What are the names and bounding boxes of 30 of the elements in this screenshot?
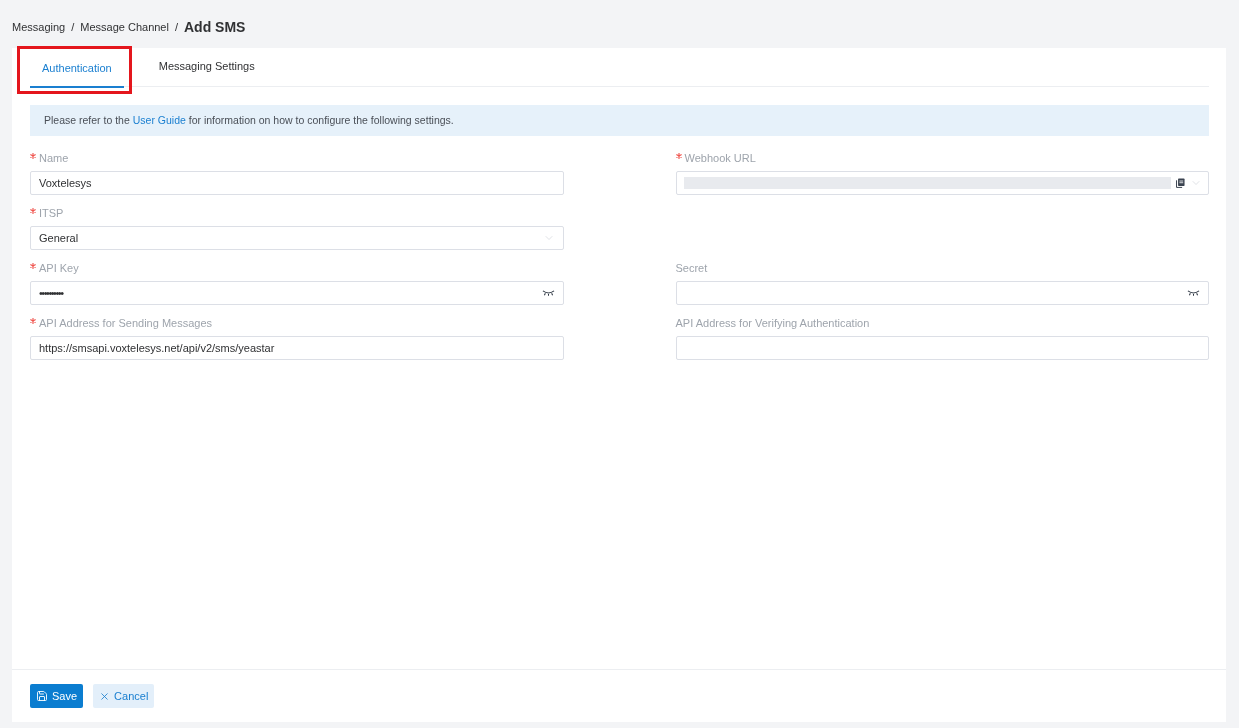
eye-closed-icon[interactable] [541, 290, 555, 296]
user-guide-link[interactable]: User Guide [132, 113, 186, 126]
breadcrumb-separator: / [174, 19, 178, 35]
breadcrumb-separator: / [71, 19, 75, 35]
text-input-field[interactable]: https://smsapi.voxtelesys.net/api/v2/sms/yeastar [30, 336, 564, 360]
field-label: ITSP [39, 206, 64, 220]
eye-closed-icon[interactable] [1187, 290, 1200, 296]
password-input-field[interactable]: •••••••••• [30, 281, 564, 305]
tab[interactable]: Messaging Settings [146, 48, 267, 86]
breadcrumb-current: Add SMS [184, 17, 246, 37]
breadcrumb-link[interactable]: Messaging [12, 18, 66, 36]
field-label: API Key [39, 261, 79, 275]
copy-icon[interactable] [1176, 178, 1185, 188]
field-label: API Address for Verifying Authentication [675, 316, 870, 330]
field-label: API Address for Sending Messages [39, 316, 213, 330]
close-icon [99, 690, 111, 702]
webhook-url-field[interactable] [675, 171, 1209, 195]
save-icon [36, 690, 48, 702]
field-label: Name [39, 151, 69, 165]
info-text: Please refer to the User Guide for information on how to configure the following settings. [44, 112, 454, 128]
field-label: Secret [675, 261, 708, 275]
tab[interactable]: Authentication [30, 50, 124, 88]
select-dropdown[interactable]: General [30, 226, 564, 250]
save-button[interactable]: Save [30, 684, 84, 708]
cancel-button[interactable]: Cancel [93, 684, 155, 708]
text-input-field[interactable] [675, 336, 1209, 360]
password-input-field[interactable] [675, 281, 1209, 305]
breadcrumb-link[interactable]: Message Channel [80, 18, 169, 36]
text-input-field[interactable]: Voxtelesys [30, 171, 564, 195]
field-label: Webhook URL [684, 151, 756, 165]
